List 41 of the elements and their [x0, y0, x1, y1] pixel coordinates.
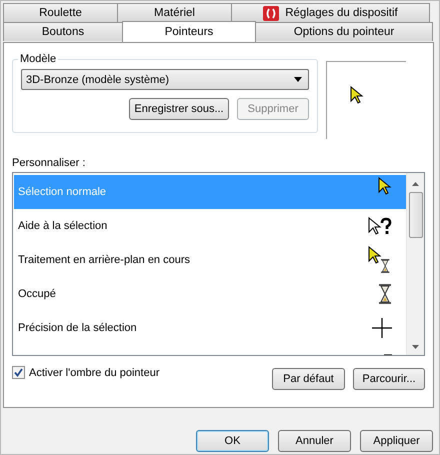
arrow-cursor-icon — [378, 177, 392, 196]
hourglass-icon — [378, 283, 392, 305]
list-button[interactable]: Parcourir... — [353, 368, 425, 390]
dialog-button[interactable]: Annuler — [278, 430, 351, 452]
tab-label: Matériel — [154, 7, 195, 19]
scroll-down-icon[interactable] — [412, 345, 419, 349]
caret-icon — [294, 77, 302, 82]
group-label: Modèle — [19, 53, 58, 65]
row-label: Traitement en arrière-plan en cours — [18, 254, 190, 266]
tab-label: Réglages du dispositif — [285, 7, 398, 19]
working-cursor-icon — [368, 246, 392, 274]
row-label: Précision de la sélection — [18, 322, 137, 334]
dialog-button[interactable]: Appliquer — [360, 430, 433, 452]
scroll-up-icon[interactable] — [412, 182, 419, 186]
tab-label: Roulette — [39, 7, 82, 19]
tab[interactable]: Boutons — [3, 22, 123, 41]
dialog-button[interactable]: OK — [196, 430, 269, 452]
checkbox-label: Activer l'ombre du pointeur — [29, 366, 160, 378]
scheme-dropdown[interactable]: 3D-Bronze (modèle système) — [21, 69, 309, 90]
tab[interactable]: Réglages du dispositif — [231, 3, 430, 22]
tab[interactable]: Options du pointeur — [255, 22, 433, 41]
tab[interactable]: Roulette — [3, 3, 118, 22]
scrollbar[interactable] — [406, 173, 424, 355]
cursor-row[interactable]: Précision de la sélection — [14, 311, 406, 345]
list-label: Personnaliser : — [12, 157, 86, 169]
tab[interactable]: Matériel — [117, 3, 232, 22]
cursor-row[interactable]: Occupé — [14, 277, 406, 311]
help-cursor-icon — [368, 216, 392, 236]
cursor-row[interactable]: Aide à la sélection — [14, 209, 406, 243]
scheme-button[interactable]: Enregistrer sous... — [129, 98, 229, 120]
tab[interactable]: Pointeurs — [122, 21, 256, 42]
checkbox[interactable] — [12, 366, 25, 379]
device-icon — [263, 6, 280, 20]
list-button[interactable]: Par défaut — [272, 368, 345, 390]
cursor-row[interactable]: Traitement en arrière-plan en cours — [14, 243, 406, 277]
row-label: Occupé — [18, 288, 56, 300]
crosshair-icon — [372, 318, 392, 338]
row-label: Sélection normale — [18, 186, 106, 198]
arrow-cursor-icon — [350, 86, 364, 105]
row-label: Aide à la sélection — [18, 220, 108, 232]
scroll-thumb[interactable] — [408, 192, 422, 238]
